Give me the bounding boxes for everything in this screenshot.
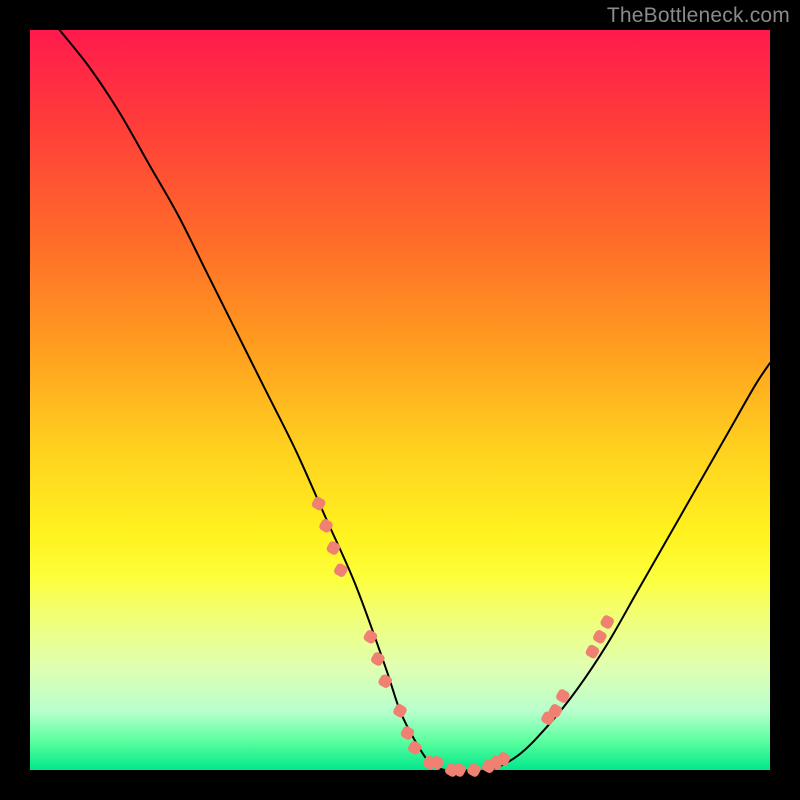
highlight-marker [377,673,393,689]
watermark-text: TheBottleneck.com [607,4,790,28]
highlight-marker [407,740,423,756]
highlight-marker [325,540,341,556]
highlight-marker-group [310,495,615,778]
highlight-marker [370,651,386,667]
highlight-marker [466,762,482,778]
highlight-marker [392,703,408,719]
chart-frame: TheBottleneck.com [0,0,800,800]
highlight-marker [310,495,326,511]
bottleneck-curve [60,30,770,771]
chart-svg [30,30,770,770]
highlight-marker [592,629,608,645]
highlight-marker [599,614,615,630]
